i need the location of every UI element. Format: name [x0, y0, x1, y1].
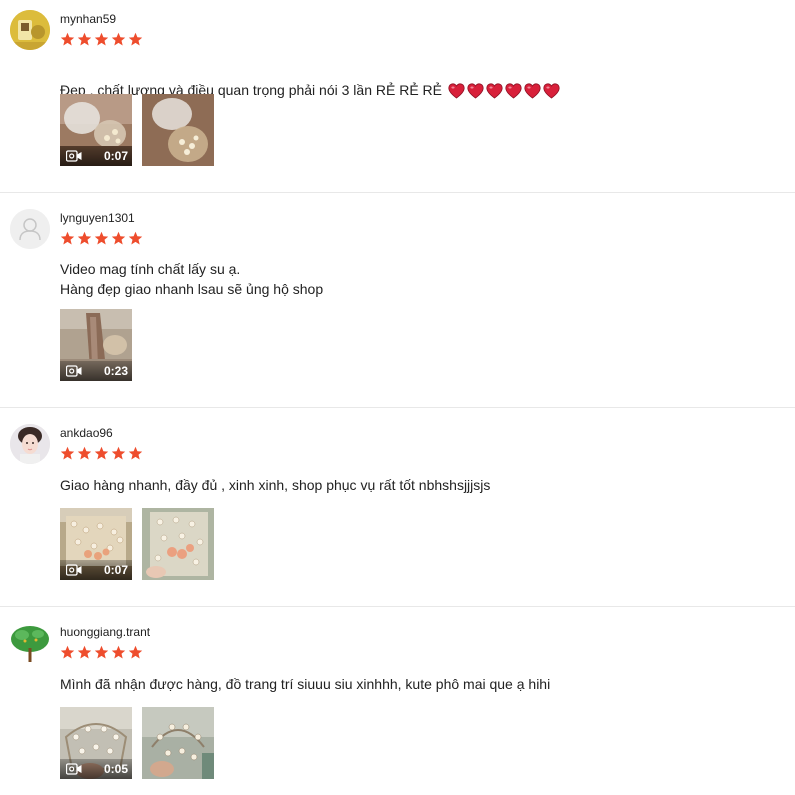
review-comment: Giao hàng nhanh, đầy đủ , xinh xinh, sho…	[60, 477, 491, 493]
heart-icon	[543, 83, 560, 99]
video-duration: 0:23	[103, 364, 128, 378]
review-image-thumbnail[interactable]	[142, 707, 214, 779]
star-icon	[94, 645, 109, 660]
star-icon	[77, 446, 92, 461]
star-icon	[128, 231, 143, 246]
star-icon	[60, 231, 75, 246]
reviewer-username[interactable]: lynguyen1301	[60, 211, 135, 225]
avatar[interactable]	[10, 209, 50, 249]
review-media-list: 0:05	[60, 707, 214, 779]
video-camera-icon	[66, 365, 82, 377]
review-item: huonggiang.trant Mình đã nhận được hàng,…	[0, 607, 795, 795]
video-camera-icon	[66, 564, 82, 576]
star-icon	[77, 645, 92, 660]
avatar[interactable]	[10, 10, 50, 50]
heart-emoji-group	[448, 83, 560, 99]
star-icon	[111, 231, 126, 246]
star-icon	[60, 645, 75, 660]
star-icon	[60, 32, 75, 47]
review-media-list: 0:07	[60, 508, 214, 580]
review-media-list: 0:07	[60, 94, 214, 166]
star-rating	[60, 231, 143, 246]
review-comment: Video mag tính chất lấy su ạ. Hàng đẹp g…	[60, 261, 324, 297]
star-rating	[60, 645, 143, 660]
heart-icon	[448, 83, 465, 99]
review-image-thumbnail[interactable]	[142, 94, 214, 166]
star-icon	[60, 446, 75, 461]
reviewer-username[interactable]: ankdao96	[60, 426, 113, 440]
heart-icon	[524, 83, 541, 99]
video-duration: 0:05	[103, 762, 128, 776]
star-rating	[60, 32, 143, 47]
heart-icon	[505, 83, 522, 99]
heart-icon	[467, 83, 484, 99]
video-camera-icon	[66, 150, 82, 162]
star-icon	[128, 32, 143, 47]
review-video-thumbnail[interactable]: 0:23	[60, 309, 132, 381]
video-duration: 0:07	[103, 149, 128, 163]
avatar[interactable]	[10, 623, 50, 663]
review-video-thumbnail[interactable]: 0:07	[60, 94, 132, 166]
star-icon	[94, 231, 109, 246]
review-video-thumbnail[interactable]: 0:05	[60, 707, 132, 779]
avatar[interactable]	[10, 424, 50, 464]
review-media-list: 0:23	[60, 309, 132, 381]
video-duration: 0:07	[103, 563, 128, 577]
review-item: mynhan59 Đẹp , chất lượng và điều quan t…	[0, 0, 795, 193]
star-icon	[128, 645, 143, 660]
star-icon	[128, 446, 143, 461]
heart-icon	[486, 83, 503, 99]
video-camera-icon	[66, 763, 82, 775]
star-icon	[111, 32, 126, 47]
star-icon	[77, 231, 92, 246]
review-item: ankdao96 Giao hàng nhanh, đầy đủ , xinh …	[0, 408, 795, 607]
star-icon	[77, 32, 92, 47]
star-icon	[94, 32, 109, 47]
star-icon	[94, 446, 109, 461]
review-image-thumbnail[interactable]	[142, 508, 214, 580]
star-icon	[111, 645, 126, 660]
star-icon	[111, 446, 126, 461]
star-rating	[60, 446, 143, 461]
review-video-thumbnail[interactable]: 0:07	[60, 508, 132, 580]
review-comment: Mình đã nhận được hàng, đồ trang trí siu…	[60, 676, 551, 692]
reviewer-username[interactable]: huonggiang.trant	[60, 625, 150, 639]
reviewer-username[interactable]: mynhan59	[60, 12, 116, 26]
review-item: lynguyen1301 Video mag tính chất lấy su …	[0, 193, 795, 408]
